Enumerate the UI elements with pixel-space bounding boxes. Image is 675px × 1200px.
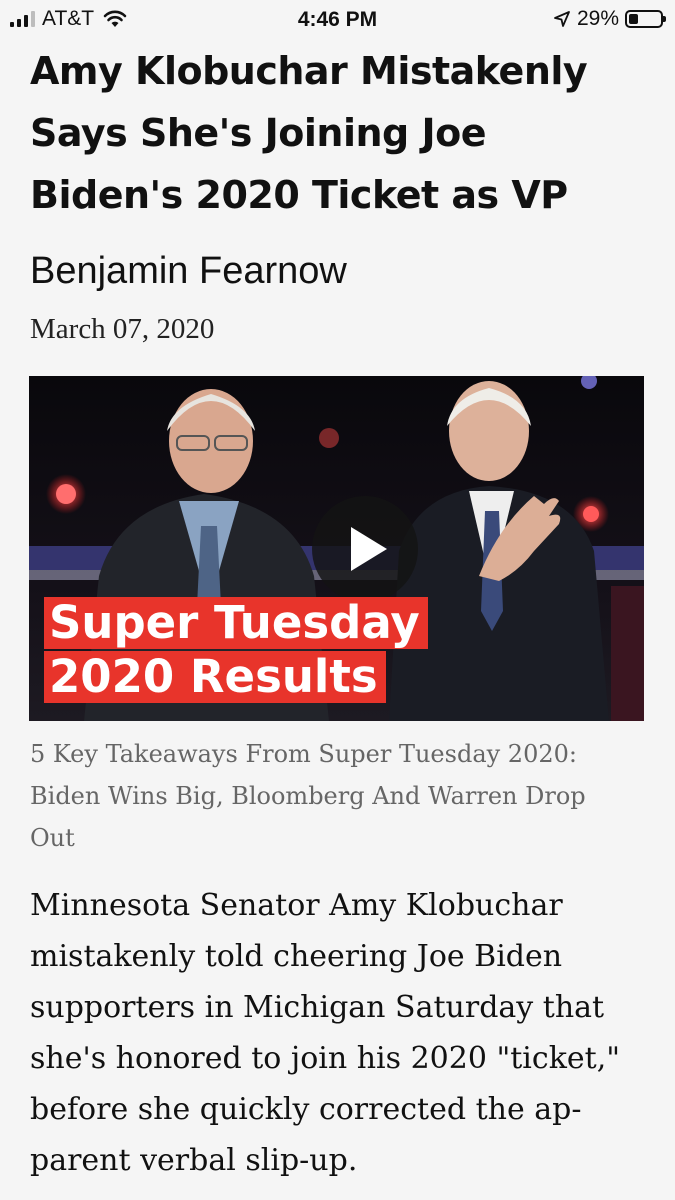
status-right: 29% bbox=[553, 7, 666, 31]
body-line: Minnesota Senator Amy Klobuchar bbox=[30, 888, 563, 923]
article-author[interactable]: Benjamin Fearnow bbox=[30, 250, 347, 293]
article-headline: Amy Klobuchar Mistakenly Says She's Join… bbox=[30, 40, 650, 226]
battery-icon bbox=[625, 10, 666, 28]
status-bar: AT&T 4:46 PM 29% bbox=[0, 0, 675, 40]
headline-line: Says She's Joining Joe bbox=[30, 111, 486, 155]
article-date: March 07, 2020 bbox=[30, 313, 215, 345]
body-line: parent verbal slip-up. bbox=[30, 1143, 358, 1178]
play-icon bbox=[351, 527, 387, 571]
body-line: she's honored to join his 2020 "ticket," bbox=[30, 1041, 621, 1076]
body-line: supporters in Michigan Saturday that bbox=[30, 990, 605, 1025]
body-line: mistakenly told cheering Joe Biden bbox=[30, 939, 563, 974]
location-arrow-icon bbox=[554, 11, 570, 27]
caption-line: Biden Wins Big, Bloomberg And Warren Dro… bbox=[30, 782, 586, 810]
body-line: before she quickly corrected the ap- bbox=[30, 1092, 582, 1127]
headline-line: Biden's 2020 Ticket as VP bbox=[30, 173, 568, 217]
headline-line: Amy Klobuchar Mistakenly bbox=[30, 49, 588, 93]
video-player[interactable]: Super Tuesday 2020 Results bbox=[29, 376, 644, 721]
article-body: Minnesota Senator Amy Klobuchar mistaken… bbox=[30, 880, 650, 1186]
battery-fill bbox=[629, 14, 638, 24]
caption-line: Out bbox=[30, 824, 75, 852]
battery-percent: 29% bbox=[576, 7, 619, 30]
play-button[interactable] bbox=[312, 496, 418, 602]
video-caption: 5 Key Takeaways From Super Tuesday 2020:… bbox=[30, 733, 650, 859]
video-overlay-title-line2: 2020 Results bbox=[44, 651, 386, 703]
caption-line: 5 Key Takeaways From Super Tuesday 2020: bbox=[30, 740, 577, 768]
video-overlay-title-line1: Super Tuesday bbox=[44, 597, 428, 649]
